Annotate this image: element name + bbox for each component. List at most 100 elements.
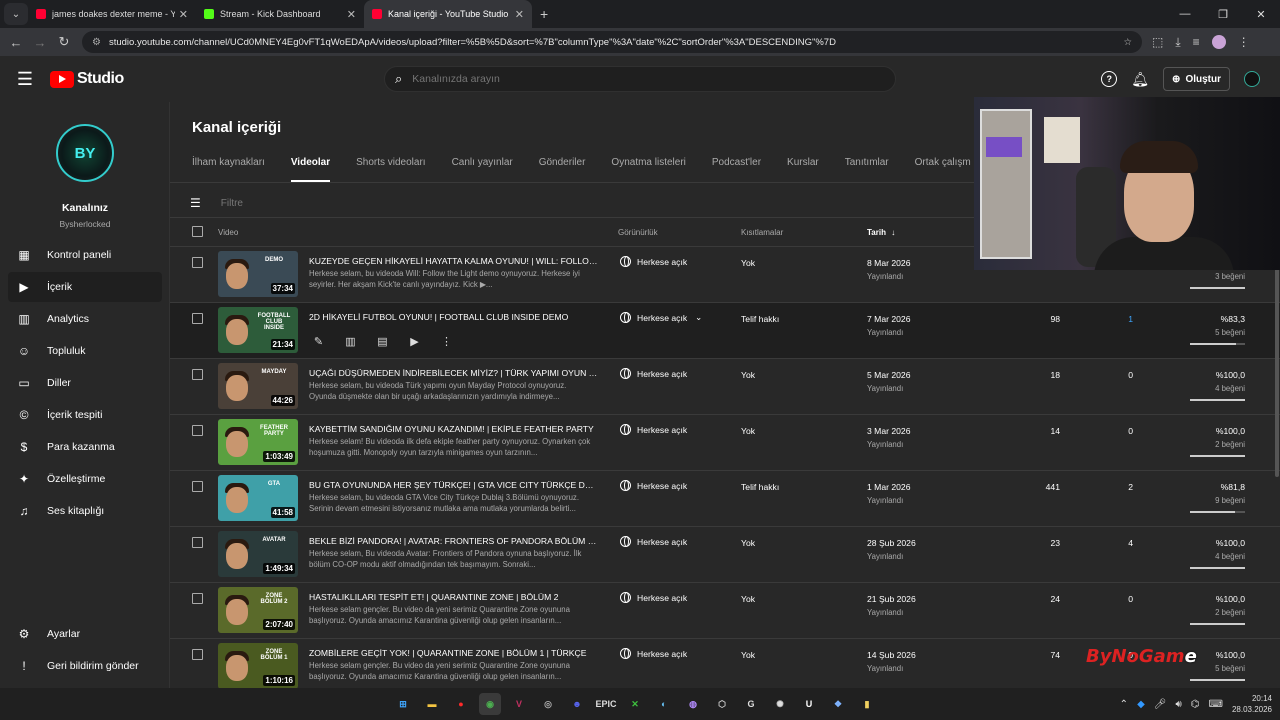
extensions-icon[interactable]: ⬚	[1152, 35, 1163, 49]
table-row[interactable]: FOOTBALL CLUB INSIDE 21:34 2D HİKAYELİ FUT…	[170, 303, 1280, 359]
row-checkbox[interactable]	[192, 257, 203, 268]
video-title[interactable]: 2D HİKAYELİ FUTBOL OYUNU! | FOOTBALL CLU…	[309, 312, 599, 322]
notifications-bell-icon[interactable]: 🔔︎	[1131, 71, 1149, 88]
table-row[interactable]: MAYDAY 44:26 UÇAĞI DÜŞÜRMEDEN İNDİREBİLECE…	[170, 359, 1280, 415]
sidebar-item-0[interactable]: ▦ Kontrol paneli	[8, 240, 162, 270]
hamburger-menu-icon[interactable]: ☰	[0, 69, 50, 90]
tab-4[interactable]: Gönderiler	[539, 150, 586, 182]
volume-icon[interactable]: 🔊︎	[1175, 699, 1181, 710]
video-title[interactable]: UÇAĞI DÜŞÜRMEDEN İNDİREBİLECEK MİYİZ? | …	[309, 368, 599, 378]
obs-icon[interactable]: ◎	[537, 693, 559, 715]
visibility-cell[interactable]: Herkese açık	[620, 256, 687, 267]
discord-icon[interactable]: ☻	[566, 693, 588, 715]
filter-icon[interactable]: ☰	[190, 196, 201, 210]
forward-icon[interactable]: →	[28, 35, 52, 50]
filter-bar[interactable]: ☰ Filtre	[190, 189, 243, 217]
reading-list-icon[interactable]: ≡	[1193, 35, 1200, 49]
video-thumbnail[interactable]: MAYDAY 44:26	[218, 363, 298, 409]
channel-avatar[interactable]: BY	[56, 124, 114, 182]
github-icon[interactable]: ◍	[682, 693, 704, 715]
network-app-icon[interactable]: ❖	[827, 693, 849, 715]
youtube-music-icon[interactable]: ●	[450, 693, 472, 715]
close-tab-icon[interactable]: ✕	[347, 8, 356, 21]
video-title[interactable]: BEKLE BİZİ PANDORA! | AVATAR: FRONTIERS …	[309, 536, 599, 546]
clock[interactable]: 20:14 28.03.2026	[1232, 693, 1272, 715]
video-title[interactable]: KAYBETTİM SANDIĞIM OYUNU KAZANDIM! | EKİ…	[309, 424, 599, 434]
bookmark-star-icon[interactable]: ☆	[1123, 37, 1132, 48]
column-date[interactable]: Tarih ↓	[867, 228, 895, 237]
epic-games-icon[interactable]: EPIC	[595, 693, 617, 715]
sidebar-item-2[interactable]: ▥ Analytics	[8, 304, 162, 334]
sidebar-item-7[interactable]: ✦ Özelleştirme	[8, 464, 162, 494]
table-row[interactable]: ZONE BÖLÜM 2 2:07:40 HASTALIKLILARI TESPİT…	[170, 583, 1280, 639]
sidebar-item-1[interactable]: ▶ İçerik	[8, 272, 162, 302]
create-button[interactable]: ⊕ Oluştur	[1163, 67, 1230, 91]
tab-2[interactable]: Shorts videoları	[356, 150, 425, 182]
chrome-icon[interactable]: ◉	[479, 693, 501, 715]
row-checkbox[interactable]	[192, 649, 203, 660]
gear-app-icon[interactable]: ✺	[769, 693, 791, 715]
tray-app-icon[interactable]: ◆	[1137, 699, 1145, 710]
microphone-icon[interactable]: 🎤︎	[1154, 699, 1167, 710]
video-title[interactable]: BU GTA OYUNUNDA HER ŞEY TÜRKÇE! | GTA VI…	[309, 480, 599, 490]
analytics-icon[interactable]: ▥	[342, 334, 359, 348]
row-checkbox[interactable]	[192, 425, 203, 436]
tab-0[interactable]: İlham kaynakları	[192, 150, 265, 182]
youtube-view-icon[interactable]: ▶	[406, 334, 423, 348]
browser-tab-3[interactable]: Kanal içeriği - YouTube Studio ✕	[364, 0, 532, 28]
scrollbar[interactable]	[1275, 247, 1279, 477]
edit-pencil-icon[interactable]: ✎	[310, 334, 327, 348]
close-tab-icon[interactable]: ✕	[515, 8, 524, 21]
video-thumbnail[interactable]: DEMO 37:34	[218, 251, 298, 297]
video-title[interactable]: ZOMBİLERE GEÇİT YOK! | QUARANTINE ZONE |…	[309, 648, 599, 658]
url-field[interactable]: ⚙ studio.youtube.com/channel/UCd0MNEY4Eg…	[82, 31, 1142, 53]
video-thumbnail[interactable]: ZONE BÖLÜM 2 2:07:40	[218, 587, 298, 633]
vegas-icon[interactable]: V	[508, 693, 530, 715]
close-window-icon[interactable]: ✕	[1242, 0, 1280, 28]
cube-app-icon[interactable]: ⬡	[711, 693, 733, 715]
column-restrictions[interactable]: Kısıtlamalar	[741, 228, 783, 237]
visibility-cell[interactable]: Herkese açık	[620, 368, 687, 379]
sidebar-item-6[interactable]: $ Para kazanma	[8, 432, 162, 462]
row-checkbox[interactable]	[192, 313, 203, 324]
video-title[interactable]: HASTALIKLILARI TESPİT ET! | QUARANTINE Z…	[309, 592, 599, 602]
download-icon[interactable]: ⤓	[1175, 35, 1180, 50]
tray-chevron-icon[interactable]: ⌃	[1120, 699, 1128, 710]
browser-tab-1[interactable]: james doakes dexter meme - Yo ✕	[28, 0, 196, 28]
sidebar-item-5[interactable]: © İçerik tespiti	[8, 400, 162, 430]
sidebar-bottom-item-0[interactable]: ⚙ Ayarlar	[8, 619, 162, 649]
browser-menu-icon[interactable]: ⋮	[1238, 35, 1250, 49]
tab-7[interactable]: Kurslar	[787, 150, 819, 182]
visibility-cell[interactable]: Herkese açık	[620, 648, 687, 659]
file-explorer-icon[interactable]: ▬	[421, 693, 443, 715]
visibility-cell[interactable]: Herkese açık	[620, 536, 687, 547]
table-row[interactable]: FEATHER PARTY 1:03:49 KAYBETTİM SANDIĞIM O…	[170, 415, 1280, 471]
minimize-icon[interactable]: —	[1166, 0, 1204, 28]
row-checkbox[interactable]	[192, 369, 203, 380]
tab-6[interactable]: Podcast'ler	[712, 150, 761, 182]
close-tab-icon[interactable]: ✕	[179, 8, 188, 21]
account-avatar[interactable]	[1244, 71, 1260, 87]
tab-3[interactable]: Canlı yayınlar	[452, 150, 513, 182]
visibility-cell[interactable]: Herkese açık	[620, 592, 687, 603]
table-row[interactable]: AVATAR 1:49:34 BEKLE BİZİ PANDORA! | AVATA…	[170, 527, 1280, 583]
help-icon[interactable]: ?	[1101, 71, 1118, 87]
notes-app-icon[interactable]: ▮	[856, 693, 878, 715]
row-checkbox[interactable]	[192, 593, 203, 604]
tab-9[interactable]: Ortak çalışm	[915, 150, 971, 182]
chevron-down-icon[interactable]: ⌄	[695, 312, 702, 323]
g-app-icon[interactable]: G	[740, 693, 762, 715]
site-info-icon[interactable]: ⚙	[92, 37, 101, 48]
language-icon[interactable]: ⌨	[1209, 699, 1223, 710]
search-input[interactable]	[412, 73, 853, 85]
sidebar-item-4[interactable]: ▭ Diller	[8, 368, 162, 398]
column-visibility[interactable]: Görünürlük	[618, 228, 658, 237]
back-icon[interactable]: ←	[4, 35, 28, 50]
reload-icon[interactable]: ↻	[52, 34, 76, 50]
sidebar-item-3[interactable]: ☺ Topluluk	[8, 336, 162, 366]
video-thumbnail[interactable]: FEATHER PARTY 1:03:49	[218, 419, 298, 465]
select-all-checkbox[interactable]	[192, 226, 203, 237]
unreal-icon[interactable]: U	[798, 693, 820, 715]
video-title[interactable]: KUZEYDE GEÇEN HİKAYELİ HAYATTA KALMA OYU…	[309, 256, 599, 266]
xbox-icon[interactable]: ✕	[624, 693, 646, 715]
